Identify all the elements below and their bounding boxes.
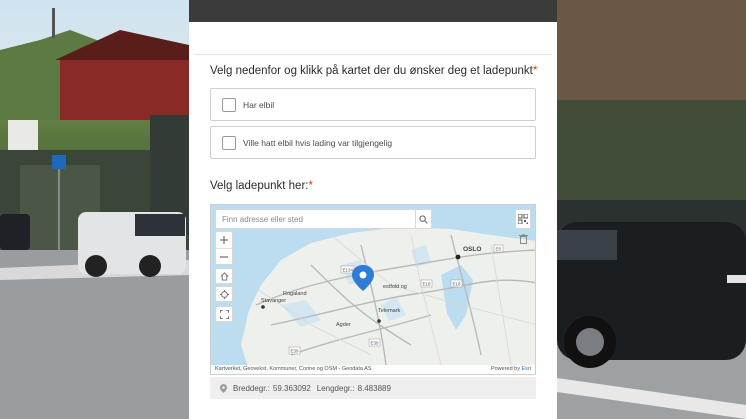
search-button[interactable]: [416, 209, 432, 229]
fullscreen-icon: [219, 309, 229, 319]
checkbox[interactable]: [222, 97, 236, 112]
map-label-stavanger: Stavanger: [261, 298, 286, 304]
plus-icon: [220, 236, 228, 244]
fullscreen-button[interactable]: [215, 306, 233, 322]
map-label-rogaland: Rogaland: [283, 291, 307, 297]
minus-icon: [220, 255, 228, 258]
map-attribution: Kartverket, Geovekst, Kommuner, Corine o…: [211, 365, 535, 374]
form-panel: Velg nedenfor og klikk på kartet der du …: [189, 0, 557, 419]
question-label: Velg nedenfor og klikk på kartet der du …: [210, 65, 533, 77]
map-city-marker: [261, 305, 265, 309]
locate-button[interactable]: [215, 286, 233, 302]
required-marker: *: [532, 65, 538, 77]
road-shield: E18: [453, 282, 462, 287]
attribution-text: Kartverket, Geovekst, Kommuner, Corine o…: [215, 366, 372, 372]
map-label-telemark: Telemark: [378, 308, 401, 314]
option-label: Ville hatt elbil hvis lading var tilgjen…: [243, 137, 393, 148]
home-button[interactable]: [215, 268, 233, 284]
road-shield: E134: [343, 268, 354, 273]
required-marker: *: [308, 180, 313, 192]
road-shield: E6: [496, 247, 502, 252]
street-scene-left: [0, 8, 189, 419]
checkbox[interactable]: [222, 135, 236, 150]
background-photo-left: [0, 0, 189, 419]
map-label-agder: Agder: [336, 322, 351, 328]
longitude-value: 8.483889: [357, 383, 391, 393]
map-city-marker: [455, 254, 461, 260]
map-city-marker: [377, 319, 381, 323]
option-ville-hatt-elbil[interactable]: Ville hatt elbil hvis lading var tilgjen…: [210, 126, 536, 159]
home-icon: [220, 271, 228, 281]
map-canvas[interactable]: OSLO Rogaland Stavanger Agder estfold og…: [211, 205, 536, 375]
road-shield: E39: [291, 349, 300, 354]
form-header-bar: [189, 0, 557, 22]
question-title-charging-point: Velg ladepunkt her:*: [210, 180, 313, 192]
map-label-oslo: OSLO: [463, 246, 481, 253]
search-icon: [419, 214, 428, 224]
latitude-label: Breddegr.:: [233, 383, 270, 393]
powered-by: Powered by Esri: [490, 366, 531, 372]
background-photo-right: [557, 0, 746, 419]
clear-point-button[interactable]: [515, 231, 531, 247]
latitude-value: 59.363092: [272, 383, 311, 393]
locate-icon: [219, 289, 229, 299]
zoom-out-button[interactable]: [216, 248, 232, 264]
question-label: Velg ladepunkt her:: [210, 180, 309, 192]
coordinates-bar: Breddegr.: 59.363092 Lengdegr.: 8.483889: [210, 377, 536, 399]
trash-icon: [518, 234, 528, 244]
longitude-label: Lengdegr.:: [316, 383, 355, 393]
road-shield: E18: [423, 282, 432, 287]
option-har-elbil[interactable]: Har elbil: [210, 88, 536, 121]
section-divider: [194, 54, 552, 55]
option-label: Har elbil: [243, 99, 275, 110]
map-search-input[interactable]: Finn adresse eller sted: [215, 209, 416, 229]
location-pin-icon: [220, 383, 227, 393]
map-label-vestfold: estfold og: [383, 284, 407, 290]
zoom-controls: [215, 231, 233, 265]
road-shield: E39: [371, 341, 380, 346]
esri-link[interactable]: Esri: [522, 366, 531, 372]
qr-code-button[interactable]: [515, 209, 531, 229]
qr-code-icon: [518, 214, 528, 224]
street-scene-right: [557, 0, 746, 419]
question-title-ownership: Velg nedenfor og klikk på kartet der du …: [210, 65, 537, 77]
map-widget[interactable]: OSLO Rogaland Stavanger Agder estfold og…: [210, 204, 536, 375]
zoom-in-button[interactable]: [216, 232, 232, 248]
